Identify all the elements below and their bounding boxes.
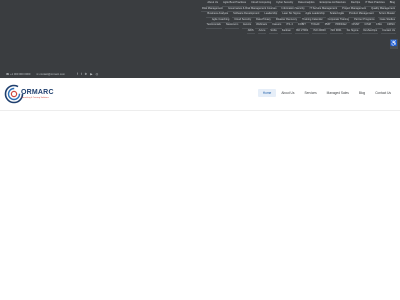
nav-item-services[interactable]: Services: [299, 89, 321, 97]
twitter-icon[interactable]: t: [81, 72, 82, 76]
phone-number[interactable]: ☎ +1 000 000 0000: [6, 72, 30, 76]
mega-menu-link[interactable]: Newsroom: [224, 23, 240, 29]
mega-menu-link[interactable]: Contact Us: [381, 29, 396, 34]
instagram-icon[interactable]: ◎: [96, 72, 99, 76]
main-navigation: Home About Us Services Managed Sales Blog Con…: [257, 89, 396, 97]
linkedin-icon[interactable]: in: [85, 72, 87, 76]
email-address[interactable]: ✉ contact@ormarc.com: [36, 72, 65, 76]
mega-menu-link[interactable]: ISO 9001: [329, 29, 343, 34]
site-header: ORMARC Consulting & Training Solutions H…: [0, 78, 400, 111]
mega-menu-link[interactable]: SAFe: [269, 29, 278, 34]
mega-menu-link[interactable]: Testimonials: [205, 23, 222, 29]
social-links: f t in ▶ ◎: [77, 72, 99, 76]
top-contact-bar: ☎ +1 000 000 0000 ✉ contact@ormarc.com f…: [0, 69, 98, 78]
mega-menu-link[interactable]: Azure: [257, 29, 267, 34]
nav-item-contact-us[interactable]: Contact Us: [370, 89, 396, 97]
mega-menu-panel: About Us Agile Best Practices Cloud Comput…: [0, 0, 400, 78]
mega-menu-link[interactable]: Kanban: [280, 29, 292, 34]
facebook-icon[interactable]: f: [77, 72, 78, 76]
site-logo[interactable]: ORMARC Consulting & Training Solutions: [4, 82, 60, 106]
logo-tagline: Consulting & Training Solutions: [21, 96, 49, 99]
nav-item-managed-sales[interactable]: Managed Sales: [322, 89, 354, 97]
nav-item-home[interactable]: Home: [257, 89, 277, 97]
mega-menu-link[interactable]: ISO 20000: [312, 29, 327, 34]
nav-item-blog[interactable]: Blog: [354, 89, 370, 97]
mega-menu-link[interactable]: AWS: [246, 29, 255, 34]
mega-menu-link[interactable]: ISO 27001: [294, 29, 310, 34]
mega-menu-link[interactable]: Six Sigma: [345, 29, 360, 34]
accessibility-icon[interactable]: ♿: [390, 39, 398, 49]
mega-menu-link[interactable]: DevSecOps: [362, 29, 379, 34]
logo-wordmark: ORMARC: [21, 89, 54, 96]
nav-item-about-us[interactable]: About Us: [276, 89, 299, 97]
mega-menu-links: About Us Agile Best Practices Cloud Comput…: [196, 1, 400, 78]
youtube-icon[interactable]: ▶: [90, 72, 92, 76]
